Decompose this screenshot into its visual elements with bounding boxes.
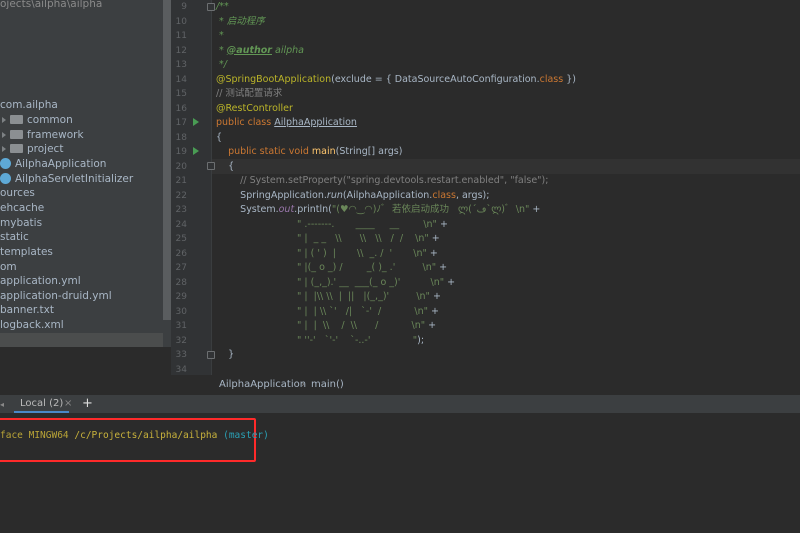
breadcrumb-separator: › (301, 379, 305, 390)
line-number: 23 (175, 205, 187, 215)
code-line-23: System.out.println("(♥◠‿◠)ﾉﾞ 若依启动成功 ლ(´ڡ… (216, 204, 541, 215)
tree-item-mybatis[interactable]: mybatis (0, 216, 42, 230)
tree-item-resources[interactable]: ources (0, 186, 35, 200)
fold-marker-icon[interactable] (207, 162, 215, 170)
fold-marker-icon[interactable] (207, 3, 215, 11)
editor-breadcrumb: AilphaApplication › main() (171, 375, 800, 395)
code-line-14: @SpringBootApplication(exclude = { DataS… (216, 73, 576, 85)
code-line-33: } (216, 349, 235, 360)
run-main-icon[interactable] (193, 147, 199, 155)
code-line-30: " | | \\ `' /| `-' / \n" + (297, 305, 439, 317)
code-line-13: */ (216, 59, 227, 70)
line-number: 28 (175, 277, 187, 288)
line-number: 24 (175, 219, 187, 230)
close-icon[interactable]: × (64, 395, 72, 413)
code-line-26: " | ( ' ) | \\ _. / ' \n" + (297, 247, 438, 259)
tree-item-banner-txt[interactable]: banner.txt (0, 303, 54, 317)
tree-item-application-yml[interactable]: application.yml (0, 274, 81, 288)
code-line-11: * (216, 30, 224, 41)
code-line-9: /** (216, 1, 229, 12)
code-line-31: " | | \\ / \\ / \n" + (297, 320, 437, 331)
line-number: 19 (175, 147, 187, 157)
current-line-highlight (211, 159, 800, 174)
tab-scroll-left-icon[interactable]: ◂ (0, 400, 4, 409)
code-line-20: { (216, 160, 235, 172)
line-number: 32 (175, 335, 187, 346)
tree-item-package[interactable]: com.ailpha (0, 98, 58, 112)
terminal-tab-bar: ◂ Local (2) × + (0, 395, 800, 413)
run-class-icon[interactable] (193, 118, 199, 126)
tree-item-logback-xml[interactable]: logback.xml (0, 318, 64, 332)
terminal-tab-local[interactable]: Local (2) (14, 395, 70, 413)
tree-scroll-track (163, 320, 171, 347)
tree-scrollbar[interactable] (163, 0, 171, 320)
fold-marker-icon[interactable] (207, 351, 215, 359)
tree-item-templates[interactable]: templates (0, 245, 53, 259)
folder-icon (10, 129, 23, 139)
fold-divider (211, 0, 212, 375)
line-number: 20 (175, 161, 187, 172)
chevron-right-icon (2, 117, 6, 123)
code-line-21: // System.setProperty("spring.devtools.r… (216, 175, 549, 186)
tree-selection-row[interactable] (0, 333, 171, 347)
tree-item-ehcache[interactable]: ehcache (0, 201, 44, 215)
code-line-24: " .-------. ____ __ \n" + (297, 218, 448, 230)
code-line-15: // 测试配置请求 (216, 88, 283, 99)
code-line-32: " ''-' `'-' `-..-' "); (297, 334, 425, 346)
line-number: 31 (175, 321, 187, 331)
tree-item-framework[interactable]: framework (2, 128, 84, 142)
line-number: 12 (175, 45, 187, 56)
project-root-path: ojects\ailpha\ailpha (0, 0, 103, 10)
folder-icon (10, 143, 23, 153)
breadcrumb-class[interactable]: AilphaApplication (219, 379, 306, 390)
tree-item-om[interactable]: om (0, 260, 17, 274)
code-line-27: " |(_ o _) / _( )_ .' \n" + (297, 262, 448, 273)
line-number: 14 (175, 74, 187, 85)
tree-item-ailpha-application[interactable]: AilphaApplication (0, 157, 106, 171)
line-number: 18 (175, 132, 187, 143)
line-number: 15 (175, 89, 187, 99)
code-line-12: * @author ailpha (216, 44, 304, 56)
folder-icon (10, 114, 23, 124)
tree-item-static[interactable]: static (0, 230, 29, 244)
line-number: 13 (175, 60, 187, 70)
line-number: 10 (175, 16, 187, 27)
line-number: 30 (175, 306, 187, 317)
add-tab-button[interactable]: + (82, 395, 93, 413)
tree-item-project[interactable]: project (2, 142, 63, 156)
line-number: 21 (175, 176, 187, 186)
chevron-right-icon (2, 132, 6, 138)
line-number: 11 (175, 31, 187, 41)
spring-class-icon (0, 172, 11, 184)
line-number: 25 (175, 234, 187, 244)
line-number: 26 (175, 248, 187, 259)
code-line-28: " | (_,_).' __ ___(_ o _)' \n" + (297, 276, 456, 288)
project-tree-panel: ojects\ailpha\ailpha com.ailpha common f… (0, 0, 163, 347)
code-line-10: * 启动程序 (216, 15, 265, 27)
breadcrumb-method[interactable]: main() (311, 379, 344, 390)
spring-class-icon (0, 157, 11, 169)
tree-item-common[interactable]: common (2, 113, 73, 127)
line-number: 33 (175, 350, 187, 360)
tree-item-application-druid-yml[interactable]: application-druid.yml (0, 289, 112, 303)
code-line-18: { (216, 131, 223, 143)
line-number: 9 (181, 2, 187, 12)
code-line-29: " | |\\ \\ | || |(_,_)' \n" + (297, 291, 441, 302)
tree-item-servlet-initializer[interactable]: AilphaServletInitializer (0, 172, 133, 186)
line-number: 16 (175, 103, 187, 114)
code-line-17: public class AilphaApplication (216, 117, 357, 128)
code-line-22: SpringApplication.run(AilphaApplication.… (216, 189, 490, 201)
chevron-right-icon (2, 146, 6, 152)
line-number: 17 (175, 118, 187, 128)
code-line-19: public static void main(String[] args) (216, 146, 403, 157)
code-line-16: @RestController (216, 102, 293, 114)
line-number: 22 (175, 190, 187, 201)
terminal-prompt: face MINGW64 /c/Projects/ailpha/ailpha (… (0, 430, 269, 441)
code-line-25: " | _ _ \\ \\ \\ / / \n" + (297, 233, 440, 244)
line-number: 27 (175, 263, 187, 273)
line-number: 29 (175, 292, 187, 302)
